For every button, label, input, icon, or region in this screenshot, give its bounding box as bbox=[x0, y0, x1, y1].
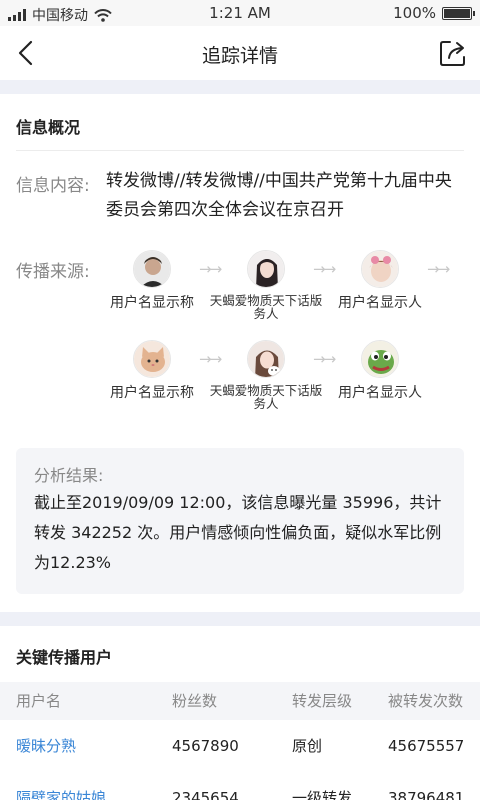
analysis-panel: 分析结果: 截止至2019/09/09 12:00，该信息曝光量 35996，共… bbox=[16, 448, 464, 594]
repost-level: 原创 bbox=[292, 737, 323, 755]
content-label: 信息内容: bbox=[16, 176, 90, 196]
column-header-level: 转发层级 bbox=[292, 692, 353, 710]
battery-icon bbox=[442, 6, 475, 20]
source-node-name: 用户名显示人 bbox=[338, 295, 422, 311]
content-value: 转发微博//转发微博//中国共产党第十九届中央委员会第四次全体会议在京召开 bbox=[106, 171, 452, 220]
table-row[interactable]: 隔壁家的姑娘 2345654 一级转发 38796481 bbox=[0, 772, 480, 800]
analysis-label: 分析结果: bbox=[34, 466, 104, 485]
status-bar: 中国移动 1:21 AM 100% bbox=[0, 0, 480, 26]
user-link[interactable]: 隔壁家的姑娘 bbox=[16, 772, 106, 800]
repost-count: 45675557 bbox=[388, 737, 465, 755]
avatar[interactable] bbox=[133, 250, 171, 288]
source-node-name: 用户名显示人 bbox=[338, 385, 422, 401]
source-row-1: 用户名显示称 →→ 天蝎爱物质天下话版务人 →→ 用户名显示人 →→ bbox=[0, 250, 480, 330]
nav-bar: 追踪详情 bbox=[0, 26, 480, 80]
info-section-title: 信息概况 bbox=[16, 118, 81, 137]
source-node-name: 天蝎爱物质天下话版务人 bbox=[209, 293, 323, 321]
avatar[interactable] bbox=[133, 340, 171, 378]
divider bbox=[16, 150, 464, 151]
user-link[interactable]: 暧昧分熟 bbox=[16, 720, 76, 772]
source-node[interactable]: 天蝎爱物质天下话版务人 bbox=[206, 250, 326, 320]
source-node-name: 用户名显示称 bbox=[110, 385, 194, 401]
column-header-reposts: 被转发次数 bbox=[388, 692, 464, 710]
avatar[interactable] bbox=[361, 340, 399, 378]
source-node[interactable]: 用户名显示称 bbox=[92, 340, 212, 401]
source-row-2: 用户名显示称 →→ 天蝎爱物质天下话版务人 →→ 用户名显示人 bbox=[0, 340, 480, 420]
source-node-name: 天蝎爱物质天下话版务人 bbox=[209, 383, 323, 411]
section-gap bbox=[0, 80, 480, 94]
table-row[interactable]: 暧昧分熟 4567890 原创 45675557 bbox=[0, 720, 480, 772]
avatar[interactable] bbox=[247, 250, 285, 288]
avatar[interactable] bbox=[361, 250, 399, 288]
source-node[interactable]: 用户名显示人 bbox=[320, 340, 440, 401]
source-node[interactable]: 天蝎爱物质天下话版务人 bbox=[206, 340, 326, 410]
fans-count: 4567890 bbox=[172, 737, 239, 755]
section-gap bbox=[0, 612, 480, 626]
repost-level: 一级转发 bbox=[292, 789, 353, 800]
column-header-user: 用户名 bbox=[16, 692, 62, 710]
fans-count: 2345654 bbox=[172, 789, 239, 800]
analysis-text: 截止至2019/09/09 12:00，该信息曝光量 35996，共计转发 34… bbox=[34, 493, 442, 572]
repost-count: 38796481 bbox=[388, 789, 465, 800]
source-node-name: 用户名显示称 bbox=[110, 295, 194, 311]
page-title: 追踪详情 bbox=[201, 45, 278, 67]
status-right: 100% bbox=[393, 4, 475, 22]
share-icon[interactable] bbox=[436, 36, 470, 70]
source-node[interactable]: 用户名显示人 bbox=[320, 250, 440, 311]
battery-percent: 100% bbox=[393, 4, 436, 22]
source-node[interactable]: 用户名显示称 bbox=[92, 250, 212, 311]
key-users-title: 关键传播用户 bbox=[16, 648, 113, 667]
avatar[interactable] bbox=[247, 340, 285, 378]
column-header-fans: 粉丝数 bbox=[172, 692, 218, 710]
table-header: 用户名 粉丝数 转发层级 被转发次数 bbox=[0, 682, 480, 720]
arrow-right-icon: →→ bbox=[427, 260, 450, 278]
